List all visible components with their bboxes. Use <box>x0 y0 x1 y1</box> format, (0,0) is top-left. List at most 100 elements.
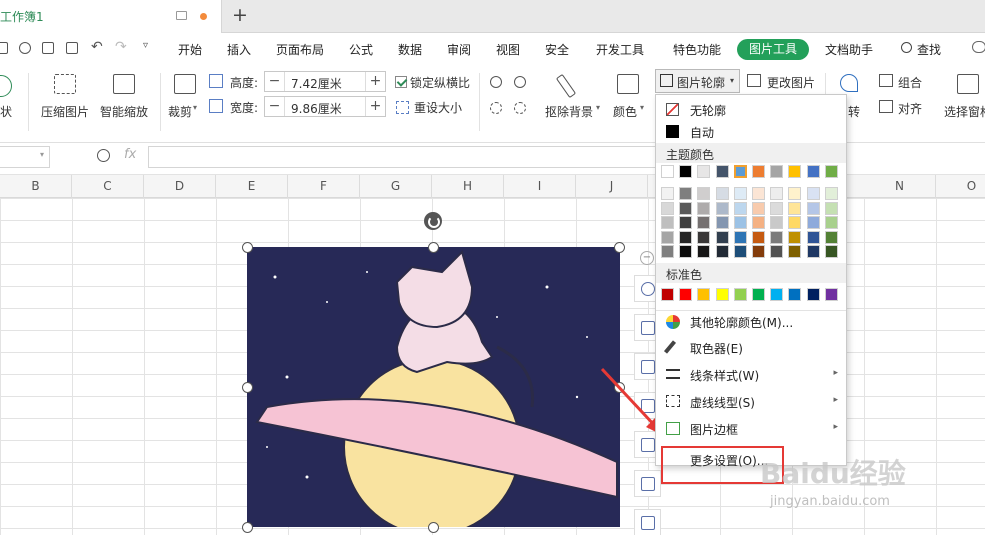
theme-shade-swatch[interactable] <box>697 187 711 200</box>
smart-zoom-icon[interactable] <box>113 74 135 94</box>
theme-shade-swatch[interactable] <box>733 245 747 258</box>
theme-shade-swatch[interactable] <box>661 230 674 244</box>
search-icon[interactable] <box>901 42 912 53</box>
theme-shade-swatch[interactable] <box>661 245 674 258</box>
tab-features[interactable]: 特色功能 <box>673 41 721 58</box>
save-icon[interactable] <box>0 42 8 54</box>
selection-pane-button[interactable]: 选择窗格 <box>944 103 985 120</box>
width-value[interactable]: 9.86厘米 <box>291 100 342 117</box>
theme-shade-swatch[interactable] <box>733 187 747 200</box>
lock-ratio-checkbox[interactable] <box>395 76 407 88</box>
lock-ratio-label[interactable]: 锁定纵横比 <box>410 74 470 91</box>
standard-color-palette[interactable] <box>656 285 846 305</box>
shape-icon[interactable] <box>0 75 12 97</box>
theme-shade-swatch[interactable] <box>697 201 711 215</box>
tab-view[interactable]: 视图 <box>496 41 520 58</box>
theme-shade-swatch[interactable] <box>824 201 838 215</box>
cloud-icon[interactable] <box>972 41 985 53</box>
group-icon[interactable] <box>879 74 893 87</box>
name-box-dropdown-icon[interactable]: ▾ <box>40 150 44 159</box>
crop-button[interactable]: 裁剪 <box>168 103 192 120</box>
selected-picture[interactable] <box>247 247 620 527</box>
theme-shade-swatch[interactable] <box>697 216 711 229</box>
tab-page-layout[interactable]: 页面布局 <box>276 41 324 58</box>
theme-shade-swatch[interactable] <box>806 245 820 258</box>
theme-shade-swatch[interactable] <box>788 187 802 200</box>
theme-color-swatch[interactable] <box>824 165 838 178</box>
auto-color-item[interactable]: 自动 <box>656 119 846 145</box>
search-button[interactable]: 查找 <box>917 41 941 58</box>
theme-shade-swatch[interactable] <box>770 201 784 215</box>
resize-handle[interactable] <box>428 242 439 253</box>
resize-handle[interactable] <box>428 522 439 533</box>
crop-icon[interactable] <box>174 74 196 94</box>
column-header[interactable]: E <box>216 175 288 198</box>
tab-formulas[interactable]: 公式 <box>349 41 373 58</box>
color-button[interactable]: 颜色 <box>613 103 637 120</box>
theme-color-swatch[interactable] <box>679 165 693 178</box>
theme-shade-swatch[interactable] <box>770 245 784 258</box>
standard-color-swatch[interactable] <box>733 288 747 301</box>
copy-quick-button[interactable] <box>634 470 661 497</box>
rotate-handle-icon[interactable] <box>424 212 442 230</box>
theme-shade-swatch[interactable] <box>715 230 729 244</box>
height-decrease-button[interactable]: − <box>265 72 285 91</box>
format-painter-icon[interactable] <box>19 42 31 54</box>
theme-shade-swatch[interactable] <box>679 201 693 215</box>
column-header[interactable]: C <box>72 175 144 198</box>
print-icon[interactable] <box>42 42 54 54</box>
theme-shade-swatch[interactable] <box>824 245 838 258</box>
change-picture-button[interactable]: 更改图片 <box>767 74 815 91</box>
column-header[interactable]: I <box>504 175 576 198</box>
tab-picture-tools[interactable]: 图片工具 <box>737 39 809 60</box>
theme-color-swatch[interactable] <box>697 165 711 178</box>
rotate-label[interactable]: 转 <box>848 103 860 120</box>
remove-background-icon[interactable] <box>555 73 577 99</box>
theme-shade-swatch[interactable] <box>661 187 674 200</box>
theme-color-swatch[interactable] <box>733 165 747 178</box>
resize-handle[interactable] <box>242 382 253 393</box>
monitor-icon[interactable] <box>176 11 187 20</box>
column-header[interactable]: O <box>936 175 985 198</box>
standard-color-swatch[interactable] <box>752 288 765 301</box>
theme-shade-swatch[interactable] <box>788 245 802 258</box>
brightness-up-icon[interactable] <box>490 76 502 88</box>
resize-handle[interactable] <box>242 242 253 253</box>
shape-label[interactable]: 状 <box>0 103 12 120</box>
compress-picture-icon[interactable] <box>54 74 76 94</box>
eyedropper-item[interactable]: 取色器(E) <box>656 335 846 361</box>
contrast-down-icon[interactable] <box>514 102 526 114</box>
theme-shade-swatch[interactable] <box>661 201 674 215</box>
tab-review[interactable]: 审阅 <box>447 41 471 58</box>
tab-data[interactable]: 数据 <box>398 41 422 58</box>
tab-security[interactable]: 安全 <box>545 41 569 58</box>
align-icon[interactable] <box>879 100 893 113</box>
theme-shade-swatch[interactable] <box>752 201 765 215</box>
height-value[interactable]: 7.42厘米 <box>291 75 342 92</box>
theme-shade-swatch[interactable] <box>806 201 820 215</box>
remove-background-dropdown-icon[interactable]: ▾ <box>596 103 600 112</box>
line-style-item[interactable]: 线条样式(W) ▸ <box>656 362 846 388</box>
theme-color-swatch[interactable] <box>806 165 820 178</box>
column-header[interactable]: G <box>360 175 432 198</box>
reset-size-button[interactable]: 重设大小 <box>414 99 462 116</box>
theme-shade-swatch[interactable] <box>733 201 747 215</box>
column-header[interactable]: F <box>288 175 360 198</box>
column-header[interactable]: N <box>864 175 936 198</box>
height-increase-button[interactable]: + <box>365 72 385 91</box>
fx-label[interactable]: fx <box>124 147 136 162</box>
theme-shade-swatch[interactable] <box>770 230 784 244</box>
theme-shade-swatch[interactable] <box>752 230 765 244</box>
theme-color-swatch[interactable] <box>661 165 674 178</box>
standard-color-swatch[interactable] <box>697 288 711 301</box>
standard-color-swatch[interactable] <box>824 288 838 301</box>
theme-shade-swatch[interactable] <box>788 201 802 215</box>
theme-shade-swatch[interactable] <box>679 245 693 258</box>
align-button[interactable]: 对齐 <box>898 100 922 117</box>
theme-shade-swatch[interactable] <box>715 187 729 200</box>
tab-developer[interactable]: 开发工具 <box>596 41 644 58</box>
name-box[interactable]: ▾ <box>0 146 50 168</box>
column-header[interactable]: B <box>0 175 72 198</box>
theme-shade-swatch[interactable] <box>788 230 802 244</box>
theme-color-palette[interactable] <box>656 163 846 263</box>
